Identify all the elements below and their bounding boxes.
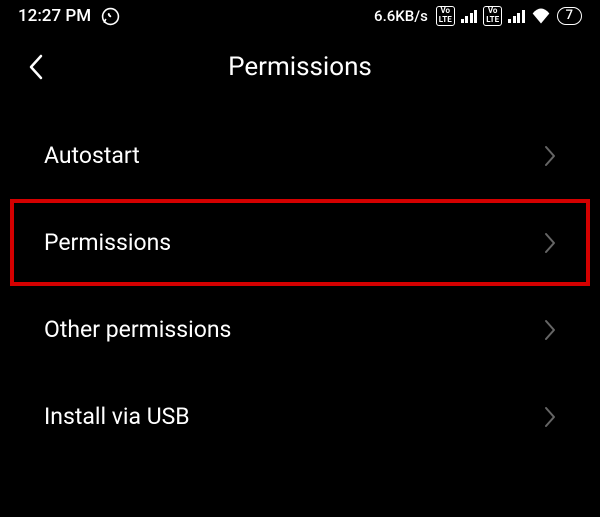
chevron-right-icon — [544, 232, 556, 254]
menu-item-install-via-usb[interactable]: Install via USB — [10, 373, 590, 460]
volte-badge-1: VoLTE — [436, 6, 455, 26]
status-left: 12:27 PM — [18, 6, 120, 26]
menu-item-autostart[interactable]: Autostart — [10, 112, 590, 199]
chevron-right-icon — [544, 145, 556, 167]
battery-indicator: 7 — [557, 7, 582, 25]
chevron-right-icon — [544, 319, 556, 341]
signal-bars-1 — [461, 9, 478, 23]
back-button[interactable] — [28, 54, 44, 80]
page-title: Permissions — [20, 52, 580, 82]
menu-item-permissions[interactable]: Permissions — [10, 199, 590, 286]
menu-item-label: Permissions — [44, 229, 171, 256]
status-bar: 12:27 PM 6.6KB/s VoLTE VoLTE — [0, 0, 600, 30]
menu-item-label: Other permissions — [44, 316, 231, 343]
menu-item-label: Autostart — [44, 142, 140, 169]
menu-item-other-permissions[interactable]: Other permissions — [10, 286, 590, 373]
page-header: Permissions — [0, 30, 600, 112]
wifi-icon — [531, 8, 551, 24]
whatsapp-icon — [101, 7, 120, 26]
network-speed: 6.6KB/s — [374, 7, 428, 25]
status-time: 12:27 PM — [18, 6, 91, 26]
signal-bars-2 — [508, 9, 525, 23]
menu-list: Autostart Permissions Other permissions … — [0, 112, 600, 460]
chevron-right-icon — [544, 406, 556, 428]
status-right: 6.6KB/s VoLTE VoLTE 7 — [374, 6, 582, 26]
volte-badge-2: VoLTE — [483, 6, 502, 26]
menu-item-label: Install via USB — [44, 403, 190, 430]
